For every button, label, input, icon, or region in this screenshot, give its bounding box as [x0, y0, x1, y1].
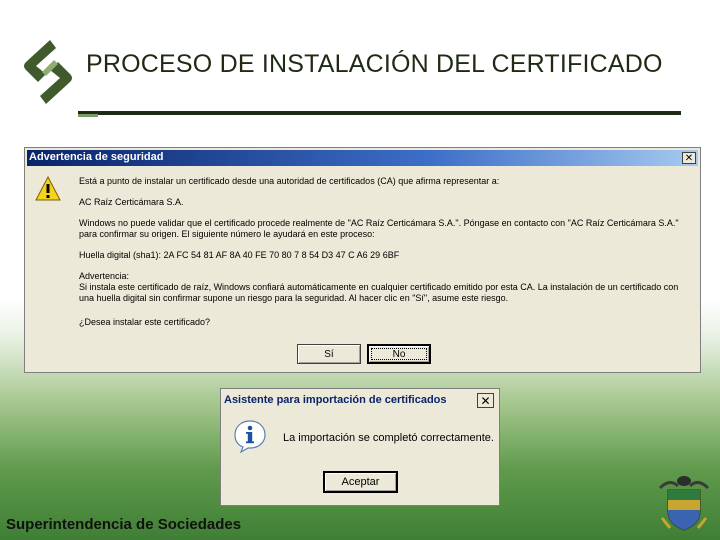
- security-warning-dialog: Advertencia de seguridad ✕ Está a punto …: [24, 147, 701, 373]
- dialog-title: Asistente para importación de certificad…: [224, 394, 447, 406]
- accept-button[interactable]: Aceptar: [323, 471, 398, 493]
- close-button[interactable]: ✕: [477, 393, 494, 408]
- dialog-message: Está a punto de instalar un certificado …: [79, 176, 691, 328]
- dialog-title: Advertencia de seguridad: [29, 151, 164, 163]
- footer-organization: Superintendencia de Sociedades: [6, 516, 242, 533]
- install-question: ¿Desea instalar este certificado?: [79, 317, 211, 327]
- warning-heading: Advertencia:: [79, 271, 130, 281]
- warning-icon: [35, 176, 61, 201]
- no-button[interactable]: No: [367, 344, 431, 364]
- title-divider-accent: [78, 114, 98, 117]
- close-icon: ✕: [480, 393, 491, 408]
- coat-of-arms-icon: [658, 476, 710, 531]
- import-message: La importación se completó correctamente…: [283, 432, 494, 444]
- close-icon: ✕: [684, 152, 694, 164]
- dialog-titlebar[interactable]: Advertencia de seguridad ✕: [27, 150, 698, 166]
- warning-text: Si instala este certificado de raíz, Win…: [79, 282, 679, 303]
- import-complete-dialog: Asistente para importación de certificad…: [220, 388, 500, 506]
- slide-title: PROCESO DE INSTALACIÓN DEL CERTIFICADO: [86, 50, 663, 78]
- message-intro: Está a punto de instalar un certificado …: [79, 176, 500, 186]
- validation-notice: Windows no puede validar que el certific…: [79, 218, 679, 239]
- dialog-titlebar[interactable]: Asistente para importación de certificad…: [222, 390, 498, 410]
- info-icon: [234, 420, 266, 453]
- supersociedades-logo: [24, 40, 72, 104]
- yes-button[interactable]: Sí: [297, 344, 361, 364]
- ca-name: AC Raíz Certicámara S.A.: [79, 197, 184, 207]
- close-button[interactable]: ✕: [682, 152, 696, 164]
- title-divider: [78, 111, 681, 115]
- thumbprint-text: Huella digital (sha1): 2A FC 54 81 AF 8A…: [79, 250, 400, 260]
